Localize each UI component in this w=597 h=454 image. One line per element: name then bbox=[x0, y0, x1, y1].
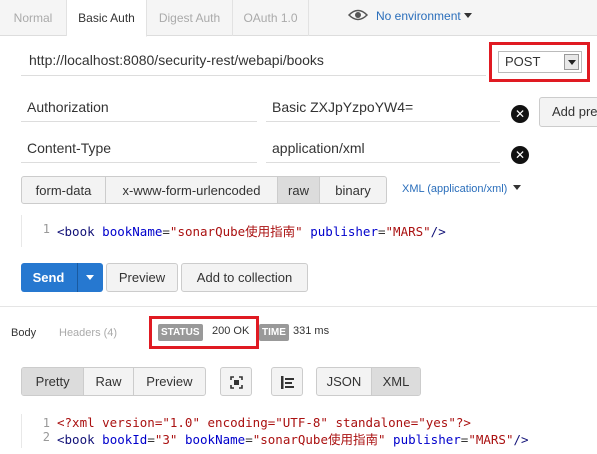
chevron-down-icon bbox=[86, 275, 94, 280]
wrap-lines-button[interactable] bbox=[271, 367, 303, 396]
wrap-lines-icon bbox=[281, 376, 294, 389]
send-dropdown[interactable] bbox=[77, 263, 103, 292]
fullscreen-icon bbox=[230, 376, 243, 389]
code-token: "sonarQube使用指南" bbox=[169, 224, 303, 239]
tab-basic-auth[interactable]: Basic Auth bbox=[67, 0, 147, 37]
tab-response-headers[interactable]: Headers (4) bbox=[59, 327, 117, 339]
header-value-field[interactable]: application/xml bbox=[266, 135, 500, 163]
divider bbox=[0, 306, 597, 307]
response-body: 1 <?xml version="1.0" encoding="UTF-8" s… bbox=[21, 414, 597, 448]
tab-response-body[interactable]: Body bbox=[11, 327, 36, 339]
code-token: "3" bbox=[154, 432, 178, 447]
view-mode-preview[interactable]: Preview bbox=[134, 368, 205, 395]
code-token: = bbox=[162, 224, 170, 239]
remove-header-icon[interactable]: ✕ bbox=[511, 146, 529, 164]
code-token: "MARS" bbox=[385, 224, 431, 239]
raw-type-label: XML (application/xml) bbox=[402, 183, 508, 195]
status-value: 200 OK bbox=[212, 325, 250, 337]
chevron-down-icon bbox=[513, 185, 522, 190]
raw-type-dropdown[interactable]: XML (application/xml) bbox=[402, 183, 522, 195]
send-button[interactable]: Send bbox=[21, 263, 103, 292]
format-json[interactable]: JSON bbox=[317, 368, 372, 395]
body-mode-group: form-data x-www-form-urlencoded raw bina… bbox=[21, 176, 387, 204]
method-value: POST bbox=[505, 54, 541, 69]
fullscreen-button[interactable] bbox=[220, 367, 252, 396]
body-mode-form-data[interactable]: form-data bbox=[22, 177, 106, 203]
code-token: "sonarQube使用指南" bbox=[252, 432, 386, 447]
code-token: bookName bbox=[184, 432, 246, 447]
view-mode-pretty[interactable]: Pretty bbox=[22, 368, 85, 395]
method-select[interactable]: POST bbox=[498, 51, 582, 73]
code-token: "MARS" bbox=[468, 432, 514, 447]
header-key-field[interactable]: Content-Type bbox=[21, 135, 257, 163]
code-line: <?xml version="1.0" encoding="UTF-8" sta… bbox=[57, 415, 471, 430]
chevron-down-icon bbox=[463, 13, 472, 18]
tab-digest-auth[interactable]: Digest Auth bbox=[147, 0, 233, 36]
preview-button[interactable]: Preview bbox=[106, 263, 178, 292]
code-token: bookId bbox=[102, 432, 148, 447]
request-body-editor[interactable]: 1 <book bookName="sonarQube使用指南" publish… bbox=[21, 215, 597, 247]
header-value-field[interactable]: Basic ZXJpYzpoYW4= bbox=[266, 94, 500, 122]
code-token: = bbox=[377, 224, 386, 239]
tab-normal[interactable]: Normal bbox=[0, 0, 67, 36]
select-arrow-icon bbox=[564, 54, 579, 70]
add-to-collection-button[interactable]: Add to collection bbox=[181, 263, 308, 292]
body-mode-raw[interactable]: raw bbox=[278, 177, 320, 203]
format-group: JSON XML bbox=[316, 367, 421, 396]
view-mode-raw[interactable]: Raw bbox=[84, 368, 134, 395]
environment-label: No environment bbox=[376, 9, 461, 23]
send-label: Send bbox=[32, 270, 65, 285]
format-xml[interactable]: XML bbox=[371, 368, 420, 395]
remove-header-icon[interactable]: ✕ bbox=[511, 105, 529, 123]
code-token: < bbox=[57, 432, 65, 447]
line-number: 1 bbox=[42, 222, 50, 236]
code-line: <book bookId="3" bookName="sonarQube使用指南… bbox=[57, 432, 529, 447]
tab-oauth[interactable]: OAuth 1.0 bbox=[233, 0, 309, 36]
header-key-field[interactable]: Authorization bbox=[21, 94, 257, 122]
eye-icon bbox=[348, 9, 368, 21]
status-badge: STATUS bbox=[158, 324, 203, 341]
add-preset-button[interactable]: Add pre bbox=[539, 97, 597, 127]
body-mode-binary[interactable]: binary bbox=[320, 177, 386, 203]
code-token: bookName bbox=[102, 224, 163, 239]
auth-tabs: Normal Basic Auth Digest Auth OAuth 1.0 … bbox=[0, 0, 597, 37]
code-token: book bbox=[64, 432, 95, 447]
body-mode-urlencoded[interactable]: x-www-form-urlencoded bbox=[106, 177, 278, 203]
time-value: 331 ms bbox=[293, 325, 330, 337]
url-input[interactable]: http://localhost:8080/security-rest/weba… bbox=[21, 46, 486, 76]
code-token: publisher bbox=[310, 224, 378, 239]
time-badge: TIME bbox=[259, 324, 289, 341]
code-token: < bbox=[57, 224, 65, 239]
code-token: /> bbox=[513, 432, 529, 447]
view-mode-group: Pretty Raw Preview bbox=[21, 367, 206, 396]
line-number: 2 bbox=[42, 430, 50, 444]
environment-selector[interactable]: No environment bbox=[348, 9, 472, 23]
line-number: 1 bbox=[42, 416, 50, 430]
code-token: book bbox=[64, 224, 95, 239]
code-token: /> bbox=[430, 224, 446, 239]
method-highlight: POST bbox=[489, 42, 590, 82]
code-token: publisher bbox=[393, 432, 461, 447]
code-line: <book bookName="sonarQube使用指南" publisher… bbox=[57, 221, 446, 240]
